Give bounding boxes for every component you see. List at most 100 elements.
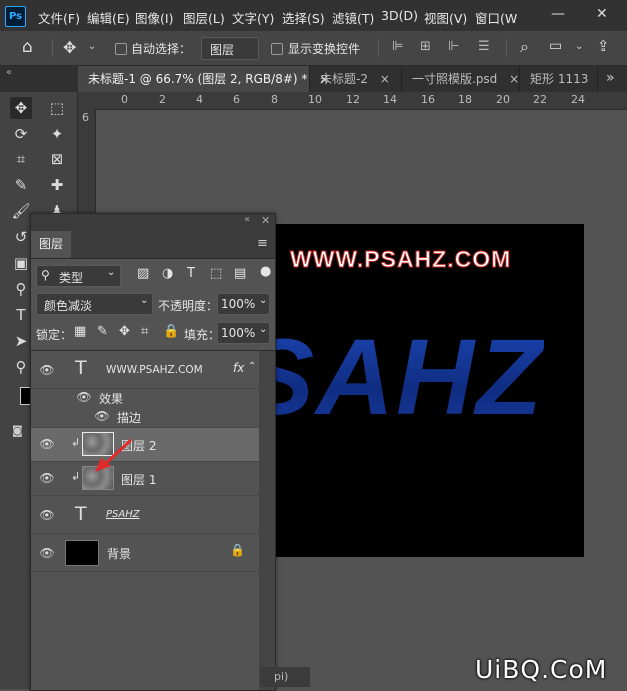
- chevron-down-icon[interactable]: ⌄: [88, 41, 96, 52]
- photoshop-logo: Ps: [5, 6, 26, 27]
- lock-all-icon[interactable]: 🔒: [163, 324, 179, 339]
- ruler-tick: 8: [271, 93, 278, 106]
- tab-template[interactable]: 一寸照模版.psd ×: [402, 66, 520, 92]
- close-icon[interactable]: ×: [509, 72, 519, 86]
- auto-select-value: 图层: [210, 43, 235, 57]
- lock-pixels-icon[interactable]: ✎: [97, 324, 108, 339]
- menu-filter[interactable]: 滤镜(T): [332, 8, 374, 27]
- fill-field[interactable]: 100% ⌄: [217, 322, 270, 344]
- document-canvas[interactable]: SAHZ WWW.PSAHZ.COM: [272, 224, 584, 557]
- filter-dropdown[interactable]: ⚲ 类型 ⌄: [36, 265, 121, 287]
- visibility-eye-icon[interactable]: 👁: [93, 409, 111, 423]
- layer-row-layer-2[interactable]: 👁 ↲ 图层 2: [31, 428, 259, 462]
- layer-row-background[interactable]: 👁 背景 🔒: [31, 534, 259, 572]
- workspace-icon[interactable]: ▭: [549, 38, 562, 54]
- visibility-eye-icon[interactable]: 👁: [75, 390, 93, 404]
- ruler-tick: 2: [159, 93, 166, 106]
- visibility-eye-icon[interactable]: 👁: [38, 508, 56, 522]
- layer-name[interactable]: PSAHZ: [106, 509, 140, 520]
- tab-untitled-1[interactable]: 未标题-1 @ 66.7% (图层 2, RGB/8#) * ×: [78, 66, 329, 92]
- divider: [378, 39, 379, 57]
- close-icon[interactable]: ×: [380, 72, 390, 86]
- stroke-effect-row[interactable]: 👁 描边: [31, 407, 259, 428]
- align-right-icon[interactable]: ⊩: [448, 39, 459, 54]
- layer-row-psahz-text[interactable]: 👁 T PSAHZ: [31, 496, 259, 534]
- visibility-eye-icon[interactable]: 👁: [38, 437, 56, 451]
- menu-select[interactable]: 选择(S): [282, 8, 325, 27]
- visibility-eye-icon[interactable]: 👁: [38, 546, 56, 560]
- menu-edit[interactable]: 编辑(E): [87, 8, 130, 27]
- tab-untitled-2[interactable]: 未标题-2 ×: [310, 66, 402, 92]
- panel-menu-icon[interactable]: ≡: [257, 236, 268, 251]
- tab-layers[interactable]: 图层: [31, 231, 71, 258]
- menu-view[interactable]: 视图(V): [424, 8, 467, 27]
- move-tool-icon[interactable]: ✥: [63, 38, 76, 57]
- type-filter-icon[interactable]: T: [187, 266, 195, 281]
- options-bar: ⌂ ✥ ⌄ 自动选择： 图层 显示变换控件 ⊫ ⊞ ⊩ ☰ ⌕ ▭ ⌄ ⇪: [0, 31, 627, 66]
- menu-file[interactable]: 文件(F): [38, 8, 80, 27]
- zoom-tool-icon[interactable]: ⚲: [10, 356, 32, 378]
- gradient-tool-icon[interactable]: ▣: [10, 252, 32, 274]
- filter-toggle-icon[interactable]: ●: [260, 264, 271, 279]
- minimize-button[interactable]: —: [551, 6, 565, 22]
- visibility-eye-icon[interactable]: 👁: [38, 363, 56, 377]
- menu-layer[interactable]: 图层(L): [183, 8, 225, 27]
- align-top-icon[interactable]: ☰: [478, 39, 490, 54]
- layer-effects-row[interactable]: 👁 效果: [31, 388, 259, 406]
- share-icon[interactable]: ⇪: [597, 37, 610, 55]
- tabs-overflow-icon[interactable]: »: [606, 70, 615, 86]
- home-icon[interactable]: ⌂: [22, 37, 33, 57]
- smart-object-filter-icon[interactable]: ▤: [234, 266, 246, 281]
- lock-position-icon[interactable]: ✥: [119, 324, 130, 339]
- magic-wand-icon[interactable]: ✦: [46, 123, 68, 145]
- history-brush-icon[interactable]: ↺: [10, 226, 32, 248]
- path-select-icon[interactable]: ➤: [10, 330, 32, 352]
- tab-rectangle[interactable]: 矩形 1113: [520, 66, 598, 92]
- visibility-eye-icon[interactable]: 👁: [38, 471, 56, 485]
- brush-tool-icon[interactable]: 🖌: [10, 200, 32, 222]
- chevron-down-icon[interactable]: ⌄: [575, 41, 583, 52]
- menu-window[interactable]: 窗口(W: [475, 8, 517, 27]
- align-left-icon[interactable]: ⊫: [392, 39, 403, 54]
- filter-label: 类型: [59, 271, 84, 285]
- tab-label: 未标题-2: [320, 72, 368, 86]
- move-tool-icon[interactable]: ✥: [10, 97, 32, 119]
- shape-filter-icon[interactable]: ⬚: [210, 266, 222, 281]
- show-transform-checkbox[interactable]: [271, 43, 283, 55]
- menu-image[interactable]: 图像(I): [135, 8, 173, 27]
- type-tool-icon[interactable]: T: [10, 304, 32, 326]
- auto-select-dropdown[interactable]: 图层: [201, 37, 259, 60]
- adjustment-filter-icon[interactable]: ◑: [162, 266, 173, 281]
- fill-value: 100%: [221, 326, 256, 340]
- menu-type[interactable]: 文字(Y): [232, 8, 274, 27]
- layers-scrollbar[interactable]: [259, 351, 275, 690]
- opacity-field[interactable]: 100% ⌄: [217, 293, 270, 315]
- eyedropper-icon[interactable]: ✎: [10, 174, 32, 196]
- search-icon: ⚲: [41, 268, 50, 282]
- close-panel-icon[interactable]: ✕: [261, 214, 270, 227]
- auto-select-checkbox[interactable]: [115, 43, 127, 55]
- layer-row-layer-1[interactable]: 👁 ↲ 图层 1: [31, 462, 259, 496]
- collapse-panel-icon[interactable]: «: [244, 214, 250, 225]
- layer-row-www-text[interactable]: 👁 T WWW.PSAHZ.COM fx ⌃: [31, 351, 259, 389]
- layer-name[interactable]: WWW.PSAHZ.COM: [106, 364, 203, 376]
- menu-3d[interactable]: 3D(D): [381, 8, 418, 23]
- chevron-up-icon[interactable]: ⌃: [248, 361, 256, 372]
- healing-brush-icon[interactable]: ✚: [46, 174, 68, 196]
- blend-mode-dropdown[interactable]: 颜色减淡 ⌄: [36, 293, 153, 315]
- search-icon[interactable]: ⌕: [520, 37, 529, 57]
- frame-tool-icon[interactable]: ⊠: [46, 148, 68, 170]
- fx-icon[interactable]: fx: [233, 361, 244, 375]
- marquee-tool-icon[interactable]: ⬚: [46, 97, 68, 119]
- crop-tool-icon[interactable]: ⌗: [10, 148, 32, 170]
- layer-name[interactable]: 背景: [107, 545, 131, 562]
- close-window-button[interactable]: ✕: [596, 6, 608, 22]
- lock-artboard-icon[interactable]: ⌗: [141, 324, 148, 339]
- dodge-tool-icon[interactable]: ⚲: [10, 278, 32, 300]
- quick-mask-icon[interactable]: ◙: [12, 424, 23, 437]
- lock-transparent-icon[interactable]: ▦: [74, 324, 86, 339]
- lasso-tool-icon[interactable]: ⟳: [10, 123, 32, 145]
- align-center-icon[interactable]: ⊞: [420, 39, 431, 54]
- collapse-icon[interactable]: «: [6, 67, 12, 78]
- image-filter-icon[interactable]: ▨: [137, 266, 149, 281]
